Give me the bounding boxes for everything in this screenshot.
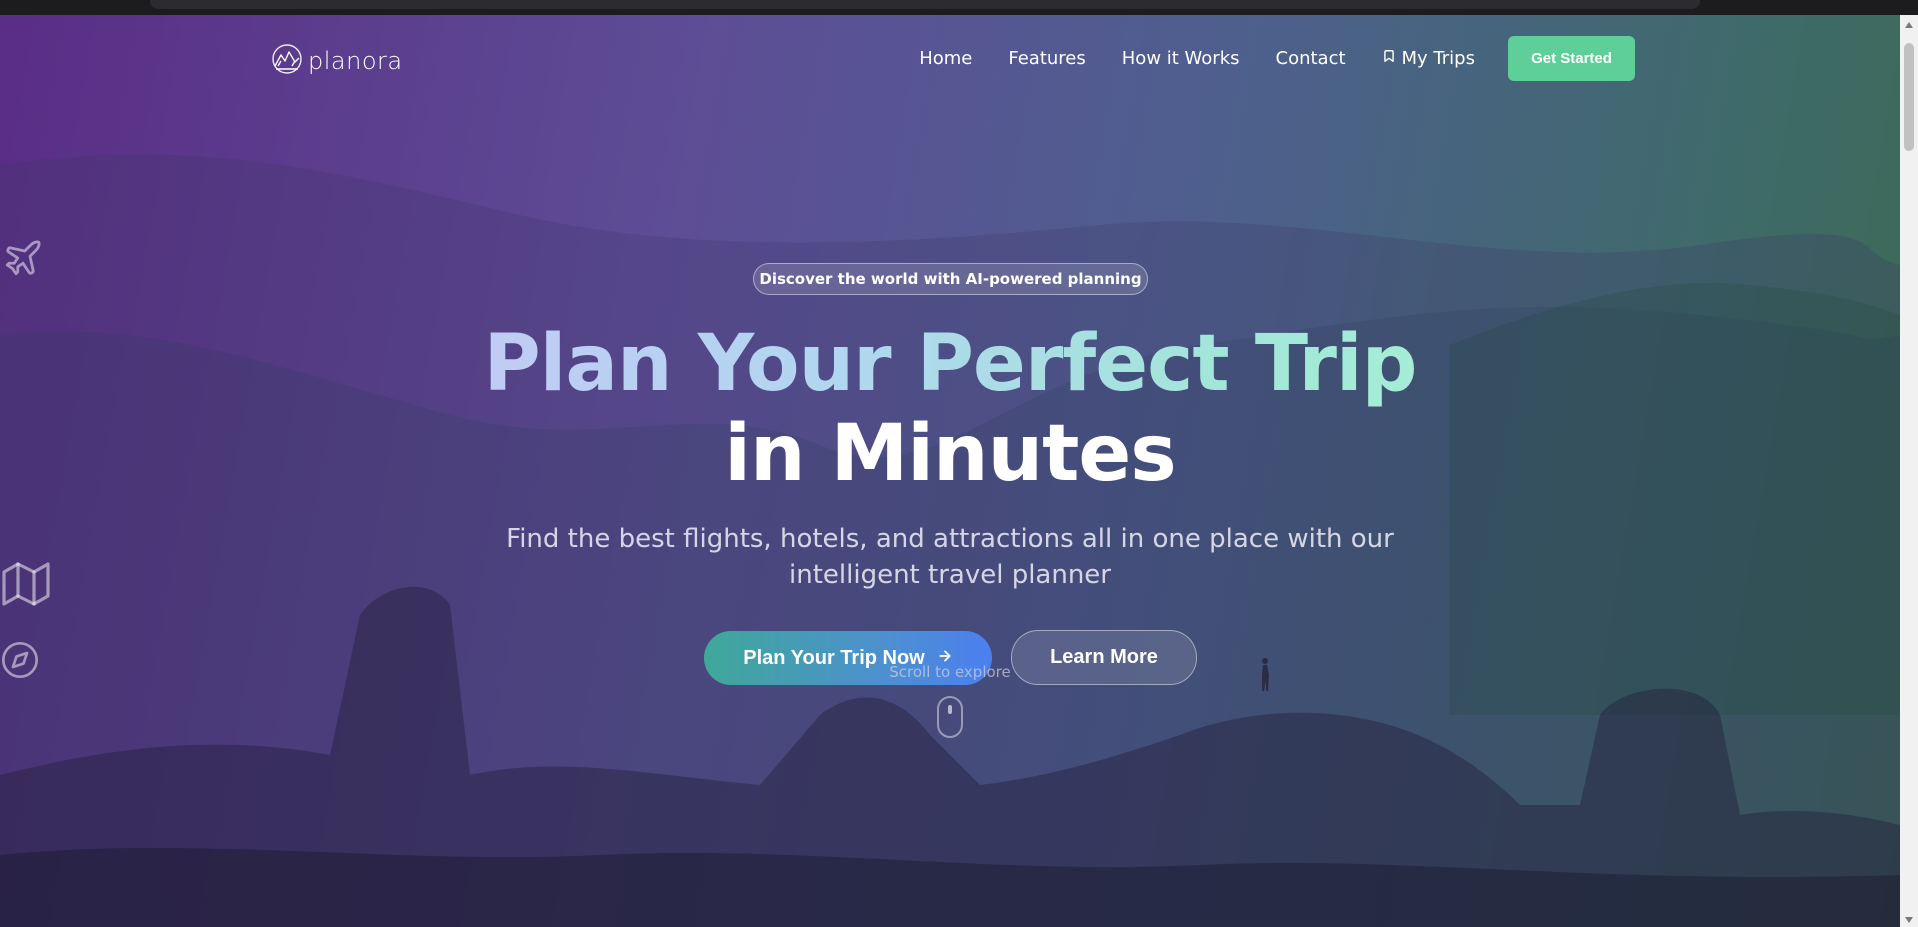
nav-link-my-trips[interactable]: My Trips bbox=[1382, 48, 1475, 69]
nav-link-features[interactable]: Features bbox=[1008, 48, 1085, 69]
browser-top-strip bbox=[0, 0, 1918, 15]
scroll-hint: Scroll to explore bbox=[889, 663, 1011, 681]
page-scrollbar[interactable] bbox=[1900, 15, 1918, 927]
scroll-up-arrow[interactable] bbox=[1905, 22, 1913, 28]
logo-mark-icon bbox=[270, 42, 304, 80]
map-icon bbox=[2, 560, 50, 612]
browser-address-area bbox=[150, 0, 1700, 9]
compass-icon bbox=[0, 640, 40, 684]
nav-links: Home Features How it Works Contact My Tr… bbox=[919, 48, 1475, 69]
mouse-wheel bbox=[948, 705, 952, 714]
plane-icon bbox=[2, 237, 44, 283]
logo-text: planora bbox=[308, 47, 403, 75]
hero-subtitle: Find the best flights, hotels, and attra… bbox=[506, 524, 1394, 590]
bookmark-icon bbox=[1382, 48, 1396, 69]
nav-link-contact[interactable]: Contact bbox=[1276, 48, 1346, 69]
get-started-button[interactable]: Get Started bbox=[1508, 36, 1635, 81]
nav-link-home[interactable]: Home bbox=[919, 48, 972, 69]
scroll-down-arrow[interactable] bbox=[1905, 917, 1913, 923]
mouse-scroll-icon[interactable] bbox=[937, 696, 963, 738]
nav-link-how-it-works[interactable]: How it Works bbox=[1122, 48, 1240, 69]
hero-badge: Discover the world with AI-powered plann… bbox=[753, 263, 1148, 295]
logo[interactable]: planora bbox=[270, 42, 403, 80]
top-navigation: planora Home Features How it Works Conta… bbox=[270, 36, 1635, 82]
nav-link-my-trips-label: My Trips bbox=[1401, 48, 1475, 69]
hero-title-line1: Plan Your Perfect Trip bbox=[400, 318, 1500, 410]
hero-title-line2: in Minutes bbox=[724, 409, 1176, 499]
scrollbar-thumb[interactable] bbox=[1904, 43, 1914, 151]
